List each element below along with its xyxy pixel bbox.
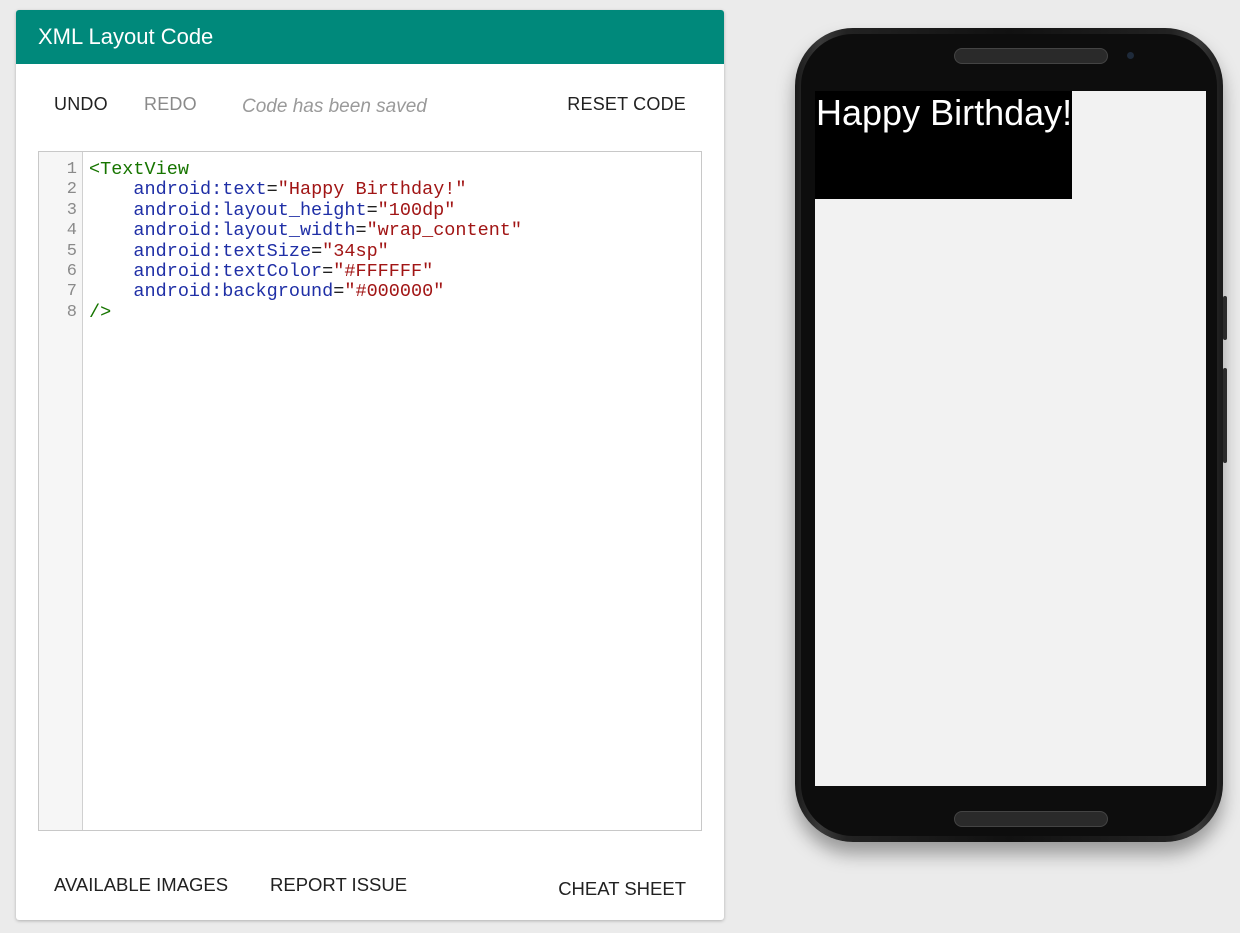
cheat-sheet-button[interactable]: CHEAT SHEET — [558, 878, 686, 900]
line-number: 8 — [66, 302, 77, 322]
available-images-button[interactable]: AVAILABLE IMAGES — [54, 874, 228, 896]
code-line: 3 android:layout_height="100dp" — [39, 199, 701, 221]
report-issue-button[interactable]: REPORT ISSUE — [270, 874, 407, 896]
xml-value: "#FFFFFF" — [333, 260, 434, 282]
save-status: Code has been saved — [242, 96, 427, 117]
line-number: 6 — [66, 261, 77, 281]
xml-value: "#000000" — [344, 281, 445, 303]
equals-sign: = — [311, 240, 323, 262]
code-content: /> — [89, 301, 112, 323]
xml-attribute: android:text — [133, 179, 267, 201]
code-line: 4 android:layout_width="wrap_content" — [39, 220, 701, 242]
code-editor[interactable]: 1 <TextView 2 android:text="Happy Birthday… — [38, 151, 702, 831]
phone-volume-button — [1223, 368, 1227, 463]
xml-tag: <TextView — [89, 159, 189, 180]
editor-toolbar: UNDO REDO Code has been saved RESET CODE — [16, 64, 724, 152]
xml-editor-panel: XML Layout Code UNDO REDO Code has been … — [16, 10, 724, 920]
code-line: 5 android:textSize="34sp" — [39, 240, 701, 262]
line-number: 4 — [66, 221, 77, 241]
code-line: 1 <TextView — [39, 159, 701, 180]
code-line: 7 android:background="#000000" — [39, 282, 701, 302]
equals-sign: = — [266, 179, 278, 201]
equals-sign: = — [366, 199, 378, 221]
line-number: 2 — [66, 180, 77, 200]
xml-attribute: android:layout_width — [133, 220, 356, 242]
code-line: 8 /> — [39, 301, 701, 323]
phone-screen: Happy Birthday! — [815, 91, 1206, 786]
code-content: android:layout_width="wrap_content" — [89, 220, 523, 242]
equals-sign: = — [333, 281, 345, 303]
editor-footer: AVAILABLE IMAGES REPORT ISSUE CHEAT SHEE… — [16, 832, 724, 920]
panel-title: XML Layout Code — [16, 10, 724, 64]
code-content: android:background="#000000" — [89, 282, 444, 302]
xml-value: "Happy Birthday!" — [277, 179, 467, 201]
code-content: android:textSize="34sp" — [89, 240, 389, 262]
code-area[interactable]: 1 <TextView 2 android:text="Happy Birthday… — [39, 159, 701, 323]
code-content: android:textColor="#FFFFFF" — [89, 260, 434, 282]
line-number: 7 — [66, 282, 77, 302]
xml-value: "wrap_content" — [366, 220, 523, 242]
equals-sign: = — [355, 220, 367, 242]
phone-top-speaker — [954, 48, 1108, 64]
phone-bottom-speaker — [954, 811, 1108, 827]
preview-textview: Happy Birthday! — [815, 91, 1072, 199]
code-line: 6 android:textColor="#FFFFFF" — [39, 260, 701, 282]
phone-preview: Happy Birthday! — [795, 28, 1227, 842]
xml-attribute: android:layout_height — [133, 199, 367, 221]
line-number: 5 — [66, 241, 77, 261]
xml-value: "34sp" — [322, 240, 389, 262]
code-content: android:text="Happy Birthday!" — [89, 179, 467, 201]
xml-attribute: android:background — [133, 281, 334, 303]
phone-power-button — [1223, 296, 1227, 340]
xml-tag: /> — [89, 301, 112, 323]
code-content: android:layout_height="100dp" — [89, 199, 456, 221]
undo-button[interactable]: UNDO — [54, 94, 108, 115]
xml-attribute: android:textColor — [133, 260, 323, 282]
line-number: 1 — [66, 160, 77, 179]
reset-code-button[interactable]: RESET CODE — [567, 94, 686, 115]
code-content: <TextView — [89, 159, 189, 180]
code-line: 2 android:text="Happy Birthday!" — [39, 180, 701, 200]
xml-attribute: android:textSize — [133, 240, 312, 262]
equals-sign: = — [322, 260, 334, 282]
phone-camera — [1127, 52, 1134, 59]
xml-value: "100dp" — [377, 199, 456, 221]
redo-button[interactable]: REDO — [144, 94, 197, 115]
line-number: 3 — [66, 200, 77, 220]
